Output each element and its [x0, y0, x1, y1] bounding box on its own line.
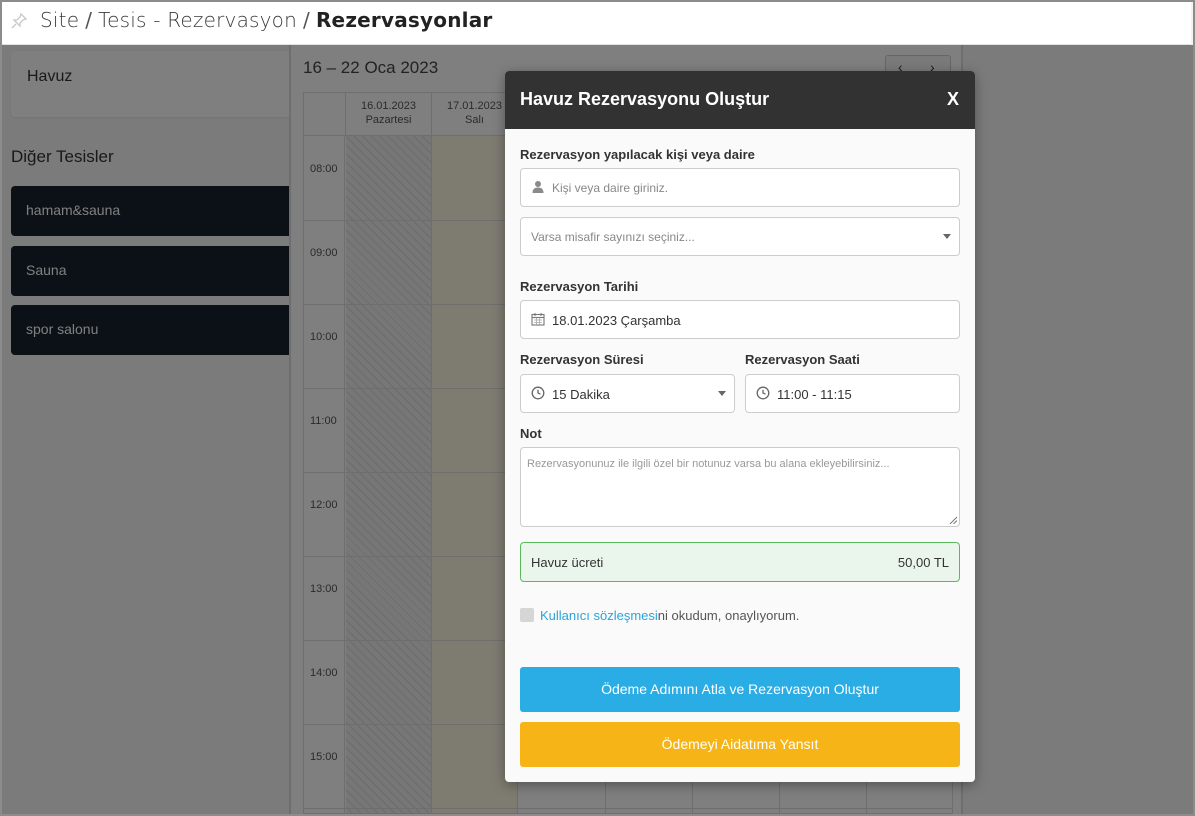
- fee-label: Havuz ücreti: [531, 555, 604, 570]
- reservation-modal: Havuz Rezervasyonu Oluştur X Rezervasyon…: [505, 71, 975, 782]
- fee-amount: 50,00 TL: [897, 555, 949, 570]
- modal-header: Havuz Rezervasyonu Oluştur X: [505, 71, 975, 129]
- agreement-link[interactable]: Kullanıcı sözleşmesi: [540, 608, 658, 623]
- duration-select[interactable]: 15 Dakika: [520, 374, 735, 413]
- guest-count-select[interactable]: Varsa misafir sayınızı seçiniz...: [520, 217, 960, 256]
- close-button[interactable]: X: [947, 89, 959, 110]
- breadcrumb: Site / Tesis - Rezervasyon / Rezervasyonlar: [40, 8, 492, 32]
- clock-icon: [756, 386, 770, 400]
- pin-icon[interactable]: [10, 12, 28, 30]
- breadcrumb-item-reservation[interactable]: Tesis - Rezervasyon: [98, 8, 297, 32]
- breadcrumb-separator: /: [85, 8, 93, 32]
- note-label: Not: [520, 426, 542, 441]
- fee-summary: Havuz ücreti 50,00 TL: [520, 542, 960, 582]
- person-label: Rezervasyon yapılacak kişi veya daire: [520, 147, 755, 162]
- resize-grip-icon[interactable]: [949, 516, 957, 524]
- chevron-down-icon: [718, 391, 726, 396]
- chevron-down-icon: [943, 234, 951, 239]
- agreement-checkbox[interactable]: [520, 608, 534, 622]
- calendar-icon: [531, 313, 545, 326]
- note-textarea[interactable]: Rezervasyonunuz ile ilgili özel bir notu…: [520, 447, 960, 527]
- person-input[interactable]: Kişi veya daire giriniz.: [520, 168, 960, 207]
- time-value: 11:00 - 11:15: [777, 387, 852, 402]
- agreement-row: Kullanıcı sözleşmesini okudum, onaylıyor…: [520, 608, 799, 623]
- agreement-text: ni okudum, onaylıyorum.: [657, 608, 800, 623]
- user-icon: [532, 181, 544, 193]
- person-input-placeholder: Kişi veya daire giriniz.: [552, 181, 669, 195]
- duration-label: Rezervasyon Süresi: [520, 352, 644, 367]
- charge-to-dues-button[interactable]: Ödemeyi Aidatıma Yansıt: [520, 722, 960, 767]
- breadcrumb-current: Rezervasyonlar: [315, 8, 493, 32]
- time-input[interactable]: 11:00 - 11:15: [745, 374, 960, 413]
- note-placeholder: Rezervasyonunuz ile ilgili özel bir notu…: [527, 458, 890, 470]
- date-value: 18.01.2023 Çarşamba: [552, 313, 681, 328]
- top-bar: Site / Tesis - Rezervasyon / Rezervasyonlar: [2, 2, 1191, 45]
- duration-value: 15 Dakika: [552, 387, 610, 402]
- date-input[interactable]: 18.01.2023 Çarşamba: [520, 300, 960, 339]
- breadcrumb-item-site[interactable]: Site: [40, 8, 79, 32]
- guest-count-placeholder: Varsa misafir sayınızı seçiniz...: [531, 230, 695, 244]
- breadcrumb-separator: /: [303, 8, 310, 32]
- date-label: Rezervasyon Tarihi: [520, 279, 639, 294]
- skip-payment-create-button[interactable]: Ödeme Adımını Atla ve Rezervasyon Oluştu…: [520, 667, 960, 712]
- modal-title: Havuz Rezervasyonu Oluştur: [520, 89, 770, 109]
- time-label: Rezervasyon Saati: [745, 352, 860, 367]
- clock-icon: [531, 386, 545, 400]
